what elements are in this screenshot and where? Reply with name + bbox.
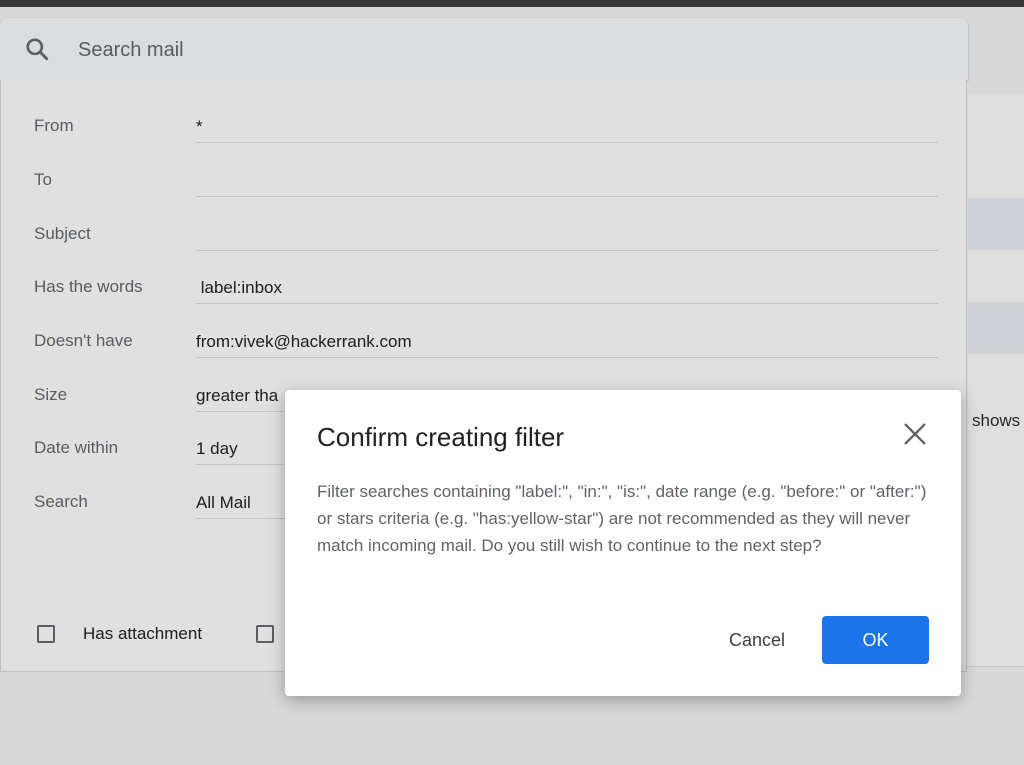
dialog-message: Filter searches containing "label:", "in…	[317, 482, 927, 555]
confirm-filter-dialog: Confirm creating filter Filter searches …	[285, 390, 961, 696]
ok-button[interactable]: OK	[822, 616, 929, 664]
close-icon[interactable]	[899, 418, 931, 450]
dialog-title: Confirm creating filter	[317, 422, 565, 452]
cancel-button[interactable]: Cancel	[709, 618, 805, 662]
